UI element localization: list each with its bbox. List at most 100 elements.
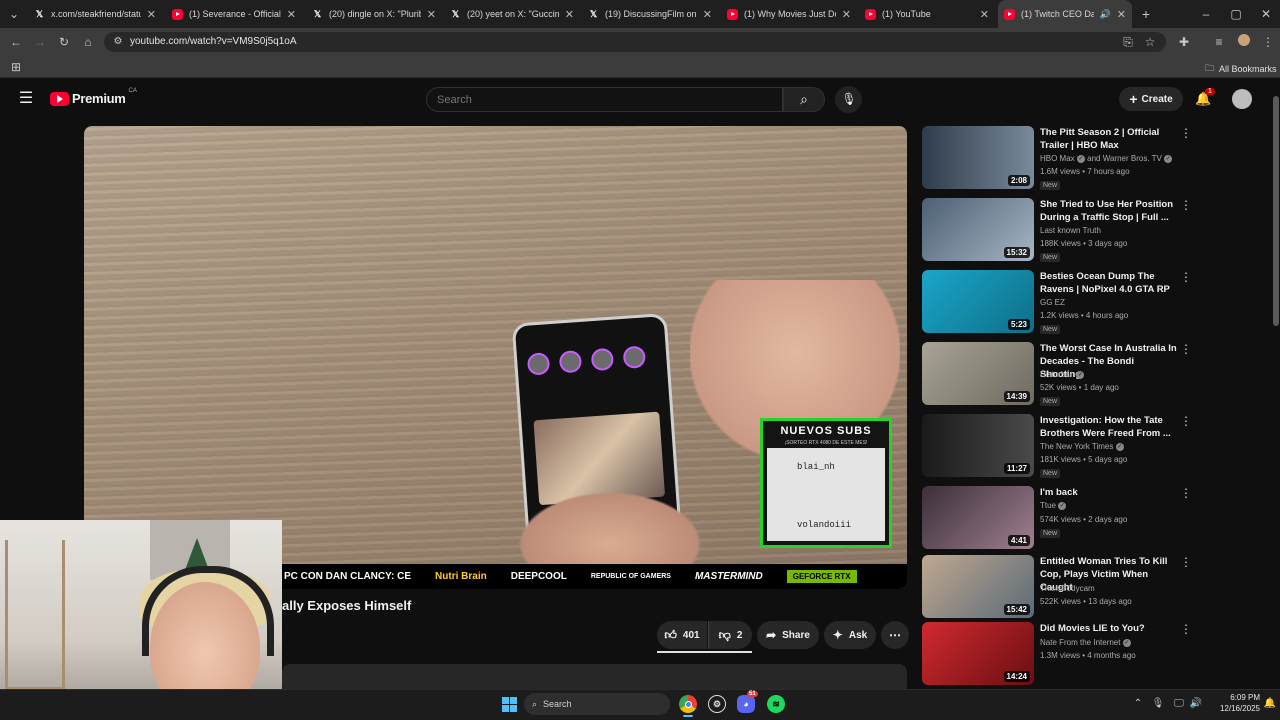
reading-list-icon[interactable]: ≡ (1211, 34, 1227, 50)
reload-icon[interactable]: ↻ (56, 34, 72, 50)
close-icon[interactable]: ✕ (703, 8, 712, 21)
recommendation-item[interactable]: 5:23 Besties Ocean Dump The Ravens | NoP… (922, 270, 1192, 336)
close-icon[interactable]: ✕ (147, 8, 156, 21)
more-vertical-icon[interactable]: ⋮ (1180, 486, 1192, 500)
video-thumbnail[interactable]: 2:08 (922, 126, 1034, 189)
channel-name[interactable]: GG EZ (1040, 298, 1065, 307)
recommendation-item[interactable]: 2:08 The Pitt Season 2 | Official Traile… (922, 126, 1192, 192)
recommendation-item[interactable]: 15:32 She Tried to Use Her Position Duri… (922, 198, 1192, 264)
browser-tab[interactable]: 𝕏 (20) dingle on X: "Pluribus ✕ (306, 0, 442, 28)
more-vertical-icon[interactable]: ⋮ (1180, 342, 1192, 356)
close-icon[interactable]: ✕ (427, 8, 436, 21)
spotify-icon[interactable]: ≋ (767, 695, 785, 713)
create-button[interactable]: + Create (1119, 87, 1183, 111)
recommendation-item[interactable]: 15:42 Entitled Woman Tries To Kill Cop, … (922, 555, 1192, 621)
extensions-icon[interactable]: ✚ (1176, 34, 1192, 50)
channel-name[interactable]: ThisIsBodycam (1040, 584, 1095, 593)
search-icon[interactable]: ⌕ (796, 91, 812, 107)
windows-start-icon[interactable] (500, 695, 518, 713)
notification-center-icon[interactable]: 🔔 (1262, 696, 1278, 712)
browser-tab-active[interactable]: (1) Twitch CEO Dan C 🔊 ✕ (998, 0, 1132, 28)
video-thumbnail[interactable]: 14:39 (922, 342, 1034, 405)
browser-menu-icon[interactable]: ⋮ (1260, 34, 1276, 50)
channel-name[interactable]: HBO Max ✓ and Warner Bros. TV ✓ (1040, 154, 1173, 163)
channel-name[interactable]: Disturban ✓ (1040, 370, 1085, 379)
more-vertical-icon[interactable]: ⋮ (1180, 555, 1192, 569)
recommendation-item[interactable]: 14:24 Did Movies LIE to You? Nate From t… (922, 622, 1192, 688)
recommendation-title[interactable]: Besties Ocean Dump The Ravens | NoPixel … (1040, 270, 1178, 296)
recommendation-title[interactable]: Did Movies LIE to You? (1040, 622, 1178, 635)
close-icon[interactable]: ✕ (842, 8, 851, 21)
taskbar-search[interactable]: ⌕ Search (524, 693, 670, 715)
microphone-tray-icon[interactable]: 🎙 (1150, 696, 1166, 712)
tab-search-icon[interactable]: ⌄ (6, 6, 22, 22)
recommendation-item[interactable]: 11:27 Investigation: How the Tate Brothe… (922, 414, 1192, 480)
steam-icon[interactable]: ⚙ (708, 695, 726, 713)
all-bookmarks[interactable]: 🗀 All Bookmarks (1205, 61, 1277, 77)
browser-tab[interactable]: (1) Why Movies Just Don' ✕ (721, 0, 857, 28)
chrome-icon[interactable] (679, 695, 697, 713)
volume-icon[interactable]: 🔊 (1188, 696, 1204, 712)
close-icon[interactable]: ✕ (287, 8, 296, 21)
discord-icon[interactable]: ◕ 51 (737, 691, 758, 713)
browser-tab[interactable]: (1) Severance - Official In ✕ (166, 0, 302, 28)
youtube-logo[interactable]: Premium CA (50, 88, 137, 106)
browser-tab[interactable]: 𝕏 (20) yeet on X: "Guccimar ✕ (444, 0, 580, 28)
share-button[interactable]: ➦ Share (757, 621, 819, 649)
like-button[interactable]: 👍︎ 401 (657, 621, 707, 649)
recommendation-item[interactable]: 4:41 I'm back Ttue ✓ 574K views • 2 days… (922, 486, 1192, 552)
account-avatar[interactable] (1232, 89, 1252, 109)
profile-avatar-icon[interactable] (1236, 34, 1252, 50)
more-vertical-icon[interactable]: ⋮ (1180, 198, 1192, 212)
search-input[interactable] (426, 87, 783, 112)
video-thumbnail[interactable]: 4:41 (922, 486, 1034, 549)
dislike-button[interactable]: 👎︎ 2 (708, 621, 752, 649)
more-vertical-icon[interactable]: ⋮ (1180, 414, 1192, 428)
video-thumbnail[interactable]: 11:27 (922, 414, 1034, 477)
video-thumbnail[interactable]: 14:24 (922, 622, 1034, 685)
close-icon[interactable]: ✕ (1117, 8, 1126, 21)
taskbar-clock[interactable]: 6:09 PM 12/16/2025 (1208, 692, 1260, 714)
browser-tab[interactable]: 𝕏 (19) DiscussingFilm on X: ✕ (582, 0, 718, 28)
more-actions-button[interactable]: ⋯ (881, 621, 909, 649)
hamburger-menu-icon[interactable]: ☰ (18, 91, 34, 107)
window-close-icon[interactable]: ✕ (1258, 6, 1274, 22)
channel-name[interactable]: Ttue ✓ (1040, 501, 1067, 510)
channel-name[interactable]: Nate From the Internet ✓ (1040, 638, 1131, 647)
video-thumbnail[interactable]: 15:42 (922, 555, 1034, 618)
ask-button[interactable]: ✦ Ask (824, 621, 876, 649)
bookmark-star-icon[interactable]: ☆ (1142, 34, 1158, 50)
recommendation-title[interactable]: I'm back (1040, 486, 1178, 499)
show-hidden-icons-icon[interactable]: ⌃ (1130, 696, 1146, 712)
network-icon[interactable]: 🖵 (1171, 696, 1187, 712)
recommendation-item[interactable]: 14:39 The Worst Case In Australia In Dec… (922, 342, 1192, 408)
scrollbar-thumb[interactable] (1273, 96, 1279, 326)
more-vertical-icon[interactable]: ⋮ (1180, 622, 1192, 636)
home-icon[interactable]: ⌂ (80, 34, 96, 50)
channel-name[interactable]: Last known Truth (1040, 226, 1101, 235)
recommendation-title[interactable]: The Pitt Season 2 | Official Trailer | H… (1040, 126, 1178, 152)
recommendation-title[interactable]: Investigation: How the Tate Brothers Wer… (1040, 414, 1178, 440)
forward-icon[interactable]: → (32, 34, 48, 50)
browser-tab[interactable]: 𝕏 x.com/steakfriend/status ✕ (28, 0, 162, 28)
maximize-icon[interactable]: ▢ (1228, 6, 1244, 22)
apps-grid-icon[interactable]: ⊞ (8, 59, 24, 75)
close-icon[interactable]: ✕ (980, 8, 989, 21)
back-icon[interactable]: ← (8, 34, 24, 50)
recommendation-title[interactable]: She Tried to Use Her Position During a T… (1040, 198, 1178, 224)
browser-tab[interactable]: (1) YouTube ✕ (859, 0, 995, 28)
microphone-icon[interactable]: 🎙 (841, 91, 857, 107)
close-icon[interactable]: ✕ (565, 8, 574, 21)
channel-name[interactable]: The New York Times ✓ (1040, 442, 1124, 451)
site-info-icon[interactable]: ⚙ (110, 34, 126, 50)
more-vertical-icon[interactable]: ⋮ (1180, 126, 1192, 140)
video-thumbnail[interactable]: 15:32 (922, 198, 1034, 261)
new-tab-icon[interactable]: + (1138, 6, 1154, 22)
install-app-icon[interactable]: ⎘ (1120, 34, 1136, 50)
more-vertical-icon[interactable]: ⋮ (1180, 270, 1192, 284)
video-thumbnail[interactable]: 5:23 (922, 270, 1034, 333)
audio-playing-icon[interactable]: 🔊 (1100, 9, 1111, 20)
minimize-icon[interactable]: – (1198, 6, 1214, 22)
url-text[interactable]: youtube.com/watch?v=VM9S0j5q1oA (130, 36, 297, 47)
notifications-button[interactable]: 🔔 1 (1195, 88, 1215, 108)
